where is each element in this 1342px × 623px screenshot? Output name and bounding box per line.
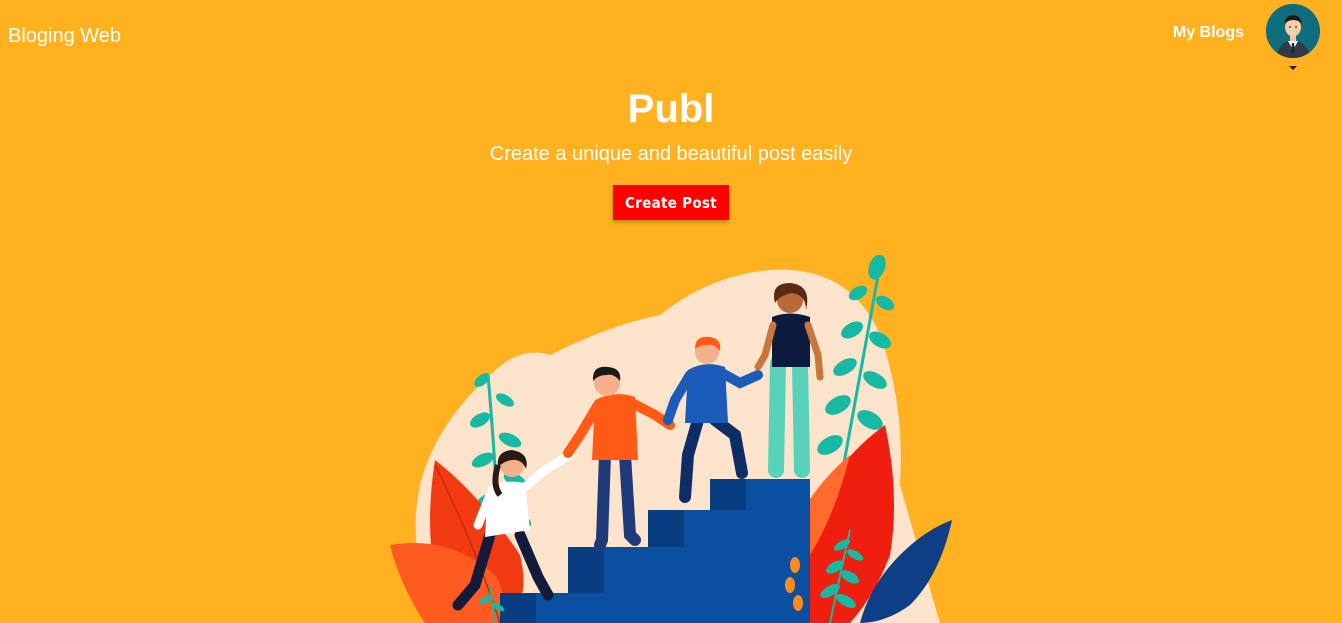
caret-down-icon — [1289, 66, 1297, 70]
profile-dropdown-toggle[interactable] — [1266, 4, 1320, 70]
create-post-button[interactable]: Create Post — [612, 185, 730, 220]
hero-section: Publ Create a unique and beautiful post … — [0, 86, 1342, 220]
navbar-right: My Blogs — [1173, 4, 1320, 70]
hero-subtitle: Create a unique and beautiful post easil… — [489, 143, 853, 165]
brand-link[interactable]: Bloging Web — [8, 25, 121, 48]
user-avatar-icon[interactable] — [1266, 4, 1320, 58]
my-blogs-link[interactable]: My Blogs — [1173, 24, 1244, 42]
people-climbing-stairs-illustration — [380, 254, 970, 623]
hero-title: Publ — [627, 87, 715, 131]
